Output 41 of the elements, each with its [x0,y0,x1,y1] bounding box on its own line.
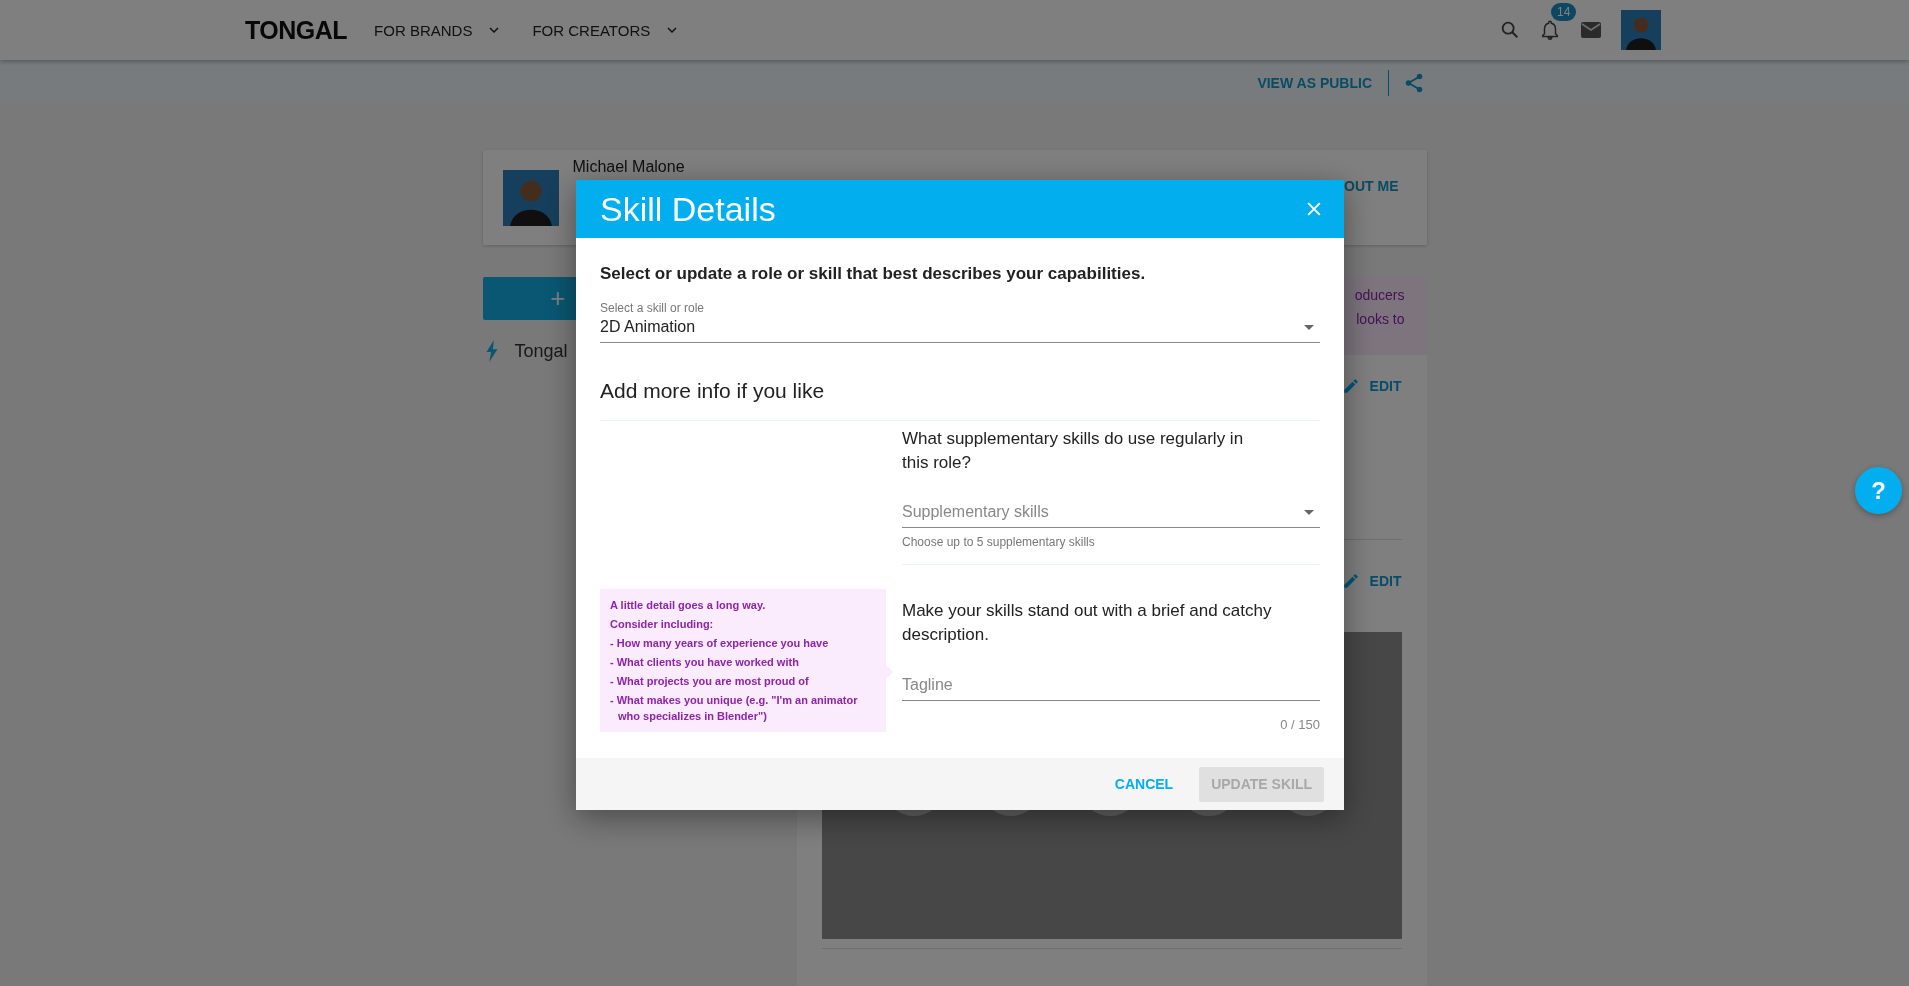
avatar [502,169,559,226]
edit-button[interactable]: EDIT [1341,572,1402,590]
tip-item: - What projects you are most proud of [610,674,810,689]
pencil-icon [1341,377,1360,395]
tip-text: Consider including: [610,617,715,632]
share-icon[interactable] [1403,71,1425,94]
lightning-icon [484,340,499,362]
note-text: oducers [1354,287,1405,303]
tip-text: A little detail goes a long way. [610,598,767,613]
caret-icon [1304,325,1314,330]
character-counter: 0 / 150 [1279,717,1320,732]
sidebar-item[interactable]: Tongal [514,340,568,362]
tip-item: - How many years of experience you have [610,636,830,651]
section-heading: Add more info if you like [600,377,1320,421]
search-icon[interactable] [1499,19,1521,41]
tip-item: - What makes you unique (e.g. "I'm an animator who specializes in Blender") [610,693,859,724]
edit-button[interactable]: EDIT [1341,377,1402,395]
caret-icon [1304,510,1314,515]
about-me-link[interactable]: OUT ME [1344,178,1399,194]
skills-select[interactable]: Supplementary skills [902,501,1320,528]
view-as-public-link[interactable]: VIEW AS PUBLIC [1257,69,1389,96]
tagline-field[interactable]: Tagline [902,674,1320,701]
pencil-icon [1341,572,1360,590]
cancel-button[interactable]: CANCEL [1102,766,1186,802]
logo[interactable]: TONGAL [245,15,348,45]
role-select[interactable]: 2D Animation [600,316,1320,343]
question-text: What supplementary skills do use regularly in this role? [902,428,1245,474]
help-button[interactable]: ? [1855,467,1902,514]
profile-name: Michael Malone [572,158,685,176]
helper-text: Choose up to 5 supplementary skills [902,535,1320,565]
note-text: looks to [1356,311,1405,327]
add-button[interactable]: + [482,277,578,320]
notification-badge: 14 [1551,3,1577,21]
nav-menu[interactable]: FOR CREATORS [532,17,681,43]
bell-icon[interactable] [1539,19,1561,41]
question-text: Make your skills stand out with a brief and catchy description. [902,600,1273,646]
dialog-instruction: Select or update a role or skill that best describes your capabilities. [600,263,1147,285]
dialog-title: Skill Details [600,189,777,229]
field-label: Select a skill or role [600,300,706,316]
nav-menu[interactable]: FOR BRANDS [374,17,503,43]
tip-item: - What clients you have worked with [610,655,800,670]
